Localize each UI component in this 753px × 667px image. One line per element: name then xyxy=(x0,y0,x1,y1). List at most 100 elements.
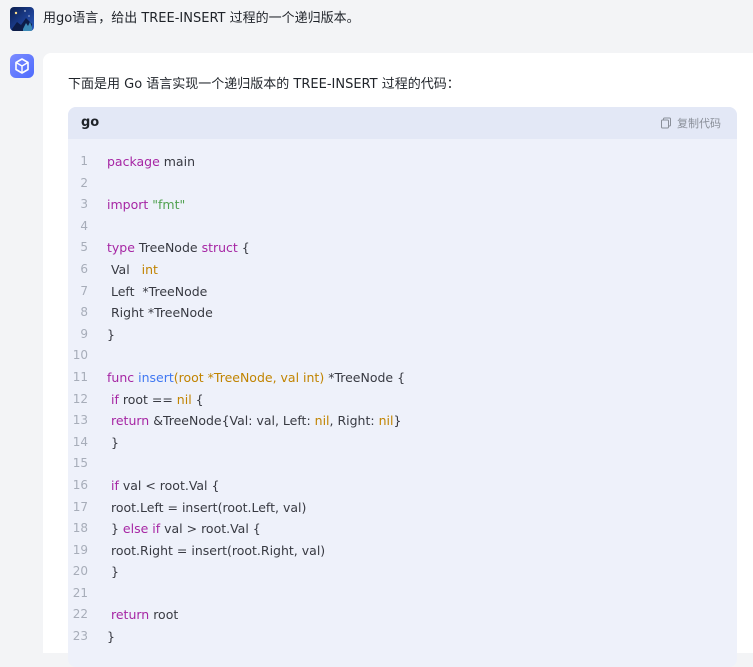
code-token: Right *TreeNode xyxy=(107,305,213,321)
code-token: package xyxy=(107,154,160,169)
code-line: 5 type TreeNode struct { xyxy=(68,237,737,259)
code-text: Val int xyxy=(107,259,158,281)
code-line: 6 Val int xyxy=(68,259,737,281)
code-line: 12 if root == nil { xyxy=(68,389,737,411)
code-line: 7 Left *TreeNode xyxy=(68,281,737,303)
code-token: val > root.Val { xyxy=(160,521,261,537)
code-text: if val < root.Val { xyxy=(107,475,219,497)
code-text: package main xyxy=(107,151,195,173)
code-token: int xyxy=(303,369,320,385)
code-token: nil xyxy=(176,391,192,407)
answer-card: 下面是用 Go 语言实现一个递归版本的 TREE-INSERT 过程的代码： g… xyxy=(43,53,753,667)
code-line: 17 root.Left = insert(root.Left, val) xyxy=(68,497,737,519)
code-line: 10 xyxy=(68,345,737,367)
code-text: Left *TreeNode xyxy=(107,281,207,303)
code-token: int xyxy=(141,261,158,277)
line-number: 10 xyxy=(72,348,88,363)
line-number: 2 xyxy=(80,175,88,190)
code-line: 18 } else if val > root.Val { xyxy=(68,518,737,540)
user-message-row: 用go语言，给出 TREE-INSERT 过程的一个递归版本。 xyxy=(0,0,753,46)
code-token: type xyxy=(107,240,135,256)
code-token: Val xyxy=(107,261,142,277)
code-token: if xyxy=(110,477,119,493)
line-number: 21 xyxy=(72,585,88,600)
code-line: 9} xyxy=(68,324,737,346)
code-line: 20 } xyxy=(68,561,737,583)
code-line: 22 return root xyxy=(68,604,737,626)
line-number: 14 xyxy=(72,434,88,449)
line-number: 17 xyxy=(72,499,88,514)
copy-code-label: 复制代码 xyxy=(677,117,721,130)
code-line: 16 if val < root.Val { xyxy=(68,475,737,497)
code-token: nil xyxy=(314,413,330,429)
code-token: root xyxy=(149,607,179,623)
line-number: 5 xyxy=(80,240,88,255)
code-language-label: go xyxy=(81,115,100,130)
code-token: &TreeNode{Val: val, Left: xyxy=(149,413,315,429)
cube-icon xyxy=(15,58,29,74)
line-number: 23 xyxy=(72,629,88,644)
line-number: 9 xyxy=(80,326,88,341)
code-token: } xyxy=(107,521,123,537)
user-avatar-image xyxy=(12,10,32,31)
code-token: main xyxy=(159,154,195,169)
copy-icon xyxy=(661,117,671,129)
code-token: TreeNode xyxy=(134,240,202,256)
line-number: 7 xyxy=(80,283,88,298)
code-text: if root == nil { xyxy=(107,389,204,411)
code-header: go 复制代码 xyxy=(68,107,737,139)
code-token: if xyxy=(110,391,119,407)
code-line: 13 return &TreeNode{Val: val, Left: nil,… xyxy=(68,410,737,432)
code-line: 4 xyxy=(68,216,737,238)
code-token: } xyxy=(107,629,115,645)
line-number: 12 xyxy=(72,391,88,406)
code-token: func xyxy=(107,369,135,385)
code-token: { xyxy=(237,240,250,256)
line-number: 22 xyxy=(72,607,88,622)
code-text: } xyxy=(107,324,115,346)
code-text: return root xyxy=(107,604,178,626)
code-token: if xyxy=(152,521,161,537)
code-body: 1 package main 2 3 import "fmt" 4 5 type TreeNo… xyxy=(68,151,737,648)
code-token: } xyxy=(107,326,115,342)
code-token: } xyxy=(107,434,119,450)
code-text: } xyxy=(107,432,119,454)
line-number: 11 xyxy=(72,369,88,384)
code-token: import xyxy=(107,197,149,213)
code-text: Right *TreeNode xyxy=(107,302,213,324)
code-line: 23} xyxy=(68,626,737,648)
code-text: return &TreeNode{Val: val, Left: nil, Ri… xyxy=(107,410,401,432)
code-token: nil xyxy=(378,413,394,429)
code-text: } xyxy=(107,561,119,583)
code-text: } xyxy=(107,626,115,648)
code-token: insert xyxy=(138,369,174,385)
code-token: , Right: xyxy=(329,413,379,429)
code-line: 8 Right *TreeNode xyxy=(68,302,737,324)
code-token: } xyxy=(393,413,402,429)
code-token: "fmt" xyxy=(152,197,186,213)
code-token: Left *TreeNode xyxy=(107,283,208,299)
code-token: return xyxy=(110,413,150,429)
code-token: return xyxy=(110,607,150,623)
code-token: { xyxy=(191,391,204,407)
code-line: 15 xyxy=(68,453,737,475)
code-text: } else if val > root.Val { xyxy=(107,518,261,540)
line-number: 20 xyxy=(72,564,88,579)
code-token: (root *TreeNode, val xyxy=(173,369,304,385)
line-number: 18 xyxy=(72,521,88,536)
code-text: func insert(root *TreeNode, val int) *Tr… xyxy=(107,367,405,389)
line-number: 19 xyxy=(72,542,88,557)
line-number: 8 xyxy=(80,305,88,320)
line-number: 4 xyxy=(80,218,88,233)
code-token: root == xyxy=(118,391,177,407)
code-line: 2 xyxy=(68,173,737,195)
answer-intro-text: 下面是用 Go 语言实现一个递归版本的 TREE-INSERT 过程的代码： xyxy=(68,77,460,92)
copy-code-button[interactable]: 复制代码 xyxy=(660,115,721,131)
code-block: go 复制代码 1 package main 2 3 import "fmt" 4 5 typ… xyxy=(68,107,737,667)
code-token: else xyxy=(122,521,149,537)
bot-avatar xyxy=(10,54,34,78)
user-message-text: 用go语言，给出 TREE-INSERT 过程的一个递归版本。 xyxy=(43,11,360,26)
code-token: struct xyxy=(201,240,238,256)
code-text: type TreeNode struct { xyxy=(107,237,250,259)
code-token: *TreeNode { xyxy=(324,369,406,385)
